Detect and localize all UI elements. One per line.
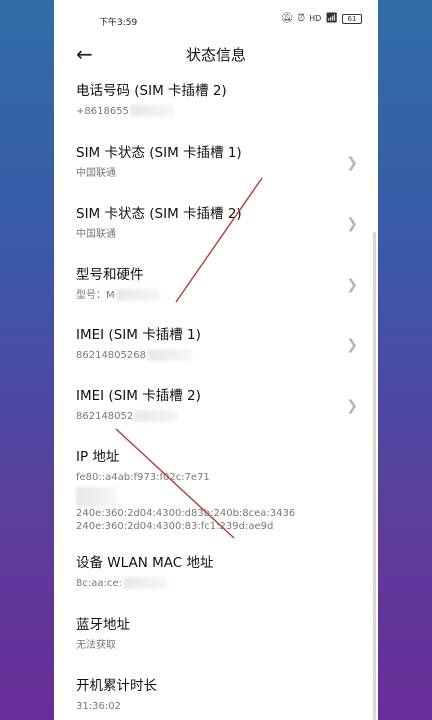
scrollbar[interactable] bbox=[373, 232, 376, 720]
item-label: IMEI (SIM 卡插槽 1) bbox=[76, 327, 201, 343]
item-label: IMEI (SIM 卡插槽 2) bbox=[76, 388, 201, 404]
hd-icon: HD bbox=[309, 14, 322, 23]
item-label: 设备 WLAN MAC 地址 bbox=[76, 555, 214, 571]
page-title: 状态信息 bbox=[185, 46, 246, 64]
list-item-phone-number: 电话号码 (SIM 卡插槽 2) +8618655 bbox=[76, 79, 366, 118]
chevron-right-icon: ❯ bbox=[346, 337, 358, 353]
redaction bbox=[134, 410, 179, 422]
chevron-right-icon: ❯ bbox=[346, 155, 358, 171]
redaction bbox=[122, 577, 167, 589]
list-item-uptime: 开机累计时长 31:36:02 bbox=[76, 674, 366, 713]
item-value: 86214805268 bbox=[76, 349, 366, 362]
redaction bbox=[147, 349, 191, 361]
ip-line: 240e:360:2d04:4300:83:fc1:239d:ae9d bbox=[76, 521, 274, 532]
item-label: 型号和硬件 bbox=[76, 267, 144, 283]
redaction bbox=[115, 289, 160, 301]
chevron-right-icon: ❯ bbox=[346, 398, 358, 414]
item-value: +8618655 bbox=[76, 105, 366, 118]
item-value: 中国联通 bbox=[76, 168, 116, 179]
list-item-sim1-status[interactable]: SIM 卡状态 (SIM 卡插槽 1) 中国联通 ❯ bbox=[76, 141, 366, 180]
list-item-imei-sim2[interactable]: IMEI (SIM 卡插槽 2) 862148052 ❯ bbox=[76, 384, 366, 423]
item-value: 862148052 bbox=[76, 410, 366, 423]
battery-icon: 61 bbox=[342, 13, 362, 24]
list-item-imei-sim1[interactable]: IMEI (SIM 卡插槽 1) 86214805268 ❯ bbox=[76, 323, 366, 362]
title-bar: ← 状态信息 bbox=[54, 40, 378, 70]
list-item-ip-address: IP 地址 fe80::a4ab:f973:f02c:7e71 240e:360… bbox=[76, 445, 366, 533]
list-item-model-hardware[interactable]: 型号和硬件 型号：M ❯ bbox=[76, 263, 366, 302]
redaction bbox=[76, 487, 116, 507]
item-value: 无法获取 bbox=[76, 640, 116, 651]
chevron-right-icon: ❯ bbox=[346, 216, 358, 232]
item-label: 蓝牙地址 bbox=[76, 617, 130, 633]
item-value: 8c:aa:ce: bbox=[76, 577, 366, 590]
phone-screen: 下午3:59 🔕︎ ⏰︎ HD 📶︎ 61 ← 状态信息 电话号码 (SIM 卡… bbox=[54, 0, 378, 720]
status-bar: 下午3:59 🔕︎ ⏰︎ HD 📶︎ 61 bbox=[54, 0, 378, 40]
item-label: IP 地址 bbox=[76, 449, 120, 465]
alarm-icon: ⏰︎ bbox=[297, 13, 306, 24]
item-label: SIM 卡状态 (SIM 卡插槽 1) bbox=[76, 145, 242, 161]
redaction bbox=[129, 105, 174, 117]
list-item-bluetooth-address: 蓝牙地址 无法获取 bbox=[76, 613, 366, 652]
ip-line: fe80::a4ab:f973:f02c:7e71 bbox=[76, 472, 210, 483]
chevron-right-icon: ❯ bbox=[346, 277, 358, 293]
wifi-icon: 📶︎ bbox=[325, 13, 338, 24]
item-label: SIM 卡状态 (SIM 卡插槽 2) bbox=[76, 206, 242, 222]
list-item-sim2-status[interactable]: SIM 卡状态 (SIM 卡插槽 2) 中国联通 ❯ bbox=[76, 202, 366, 241]
status-time: 下午3:59 bbox=[99, 18, 138, 28]
item-value: fe80::a4ab:f973:f02c:7e71 240e:360:2d04:… bbox=[76, 471, 366, 533]
item-value: 型号：M bbox=[76, 289, 366, 302]
status-icons: 🔕︎ ⏰︎ HD 📶︎ 61 bbox=[281, 13, 362, 24]
item-label: 电话号码 (SIM 卡插槽 2) bbox=[76, 83, 227, 99]
list-item-wlan-mac: 设备 WLAN MAC 地址 8c:aa:ce: bbox=[76, 551, 366, 590]
item-label: 开机累计时长 bbox=[76, 678, 157, 694]
ip-line: 240e:360:2d04:4300:d83b:240b:8cea:3436 bbox=[76, 508, 296, 519]
mute-icon: 🔕︎ bbox=[280, 13, 294, 24]
item-value: 31:36:02 bbox=[76, 701, 121, 712]
item-value: 中国联通 bbox=[76, 229, 116, 240]
